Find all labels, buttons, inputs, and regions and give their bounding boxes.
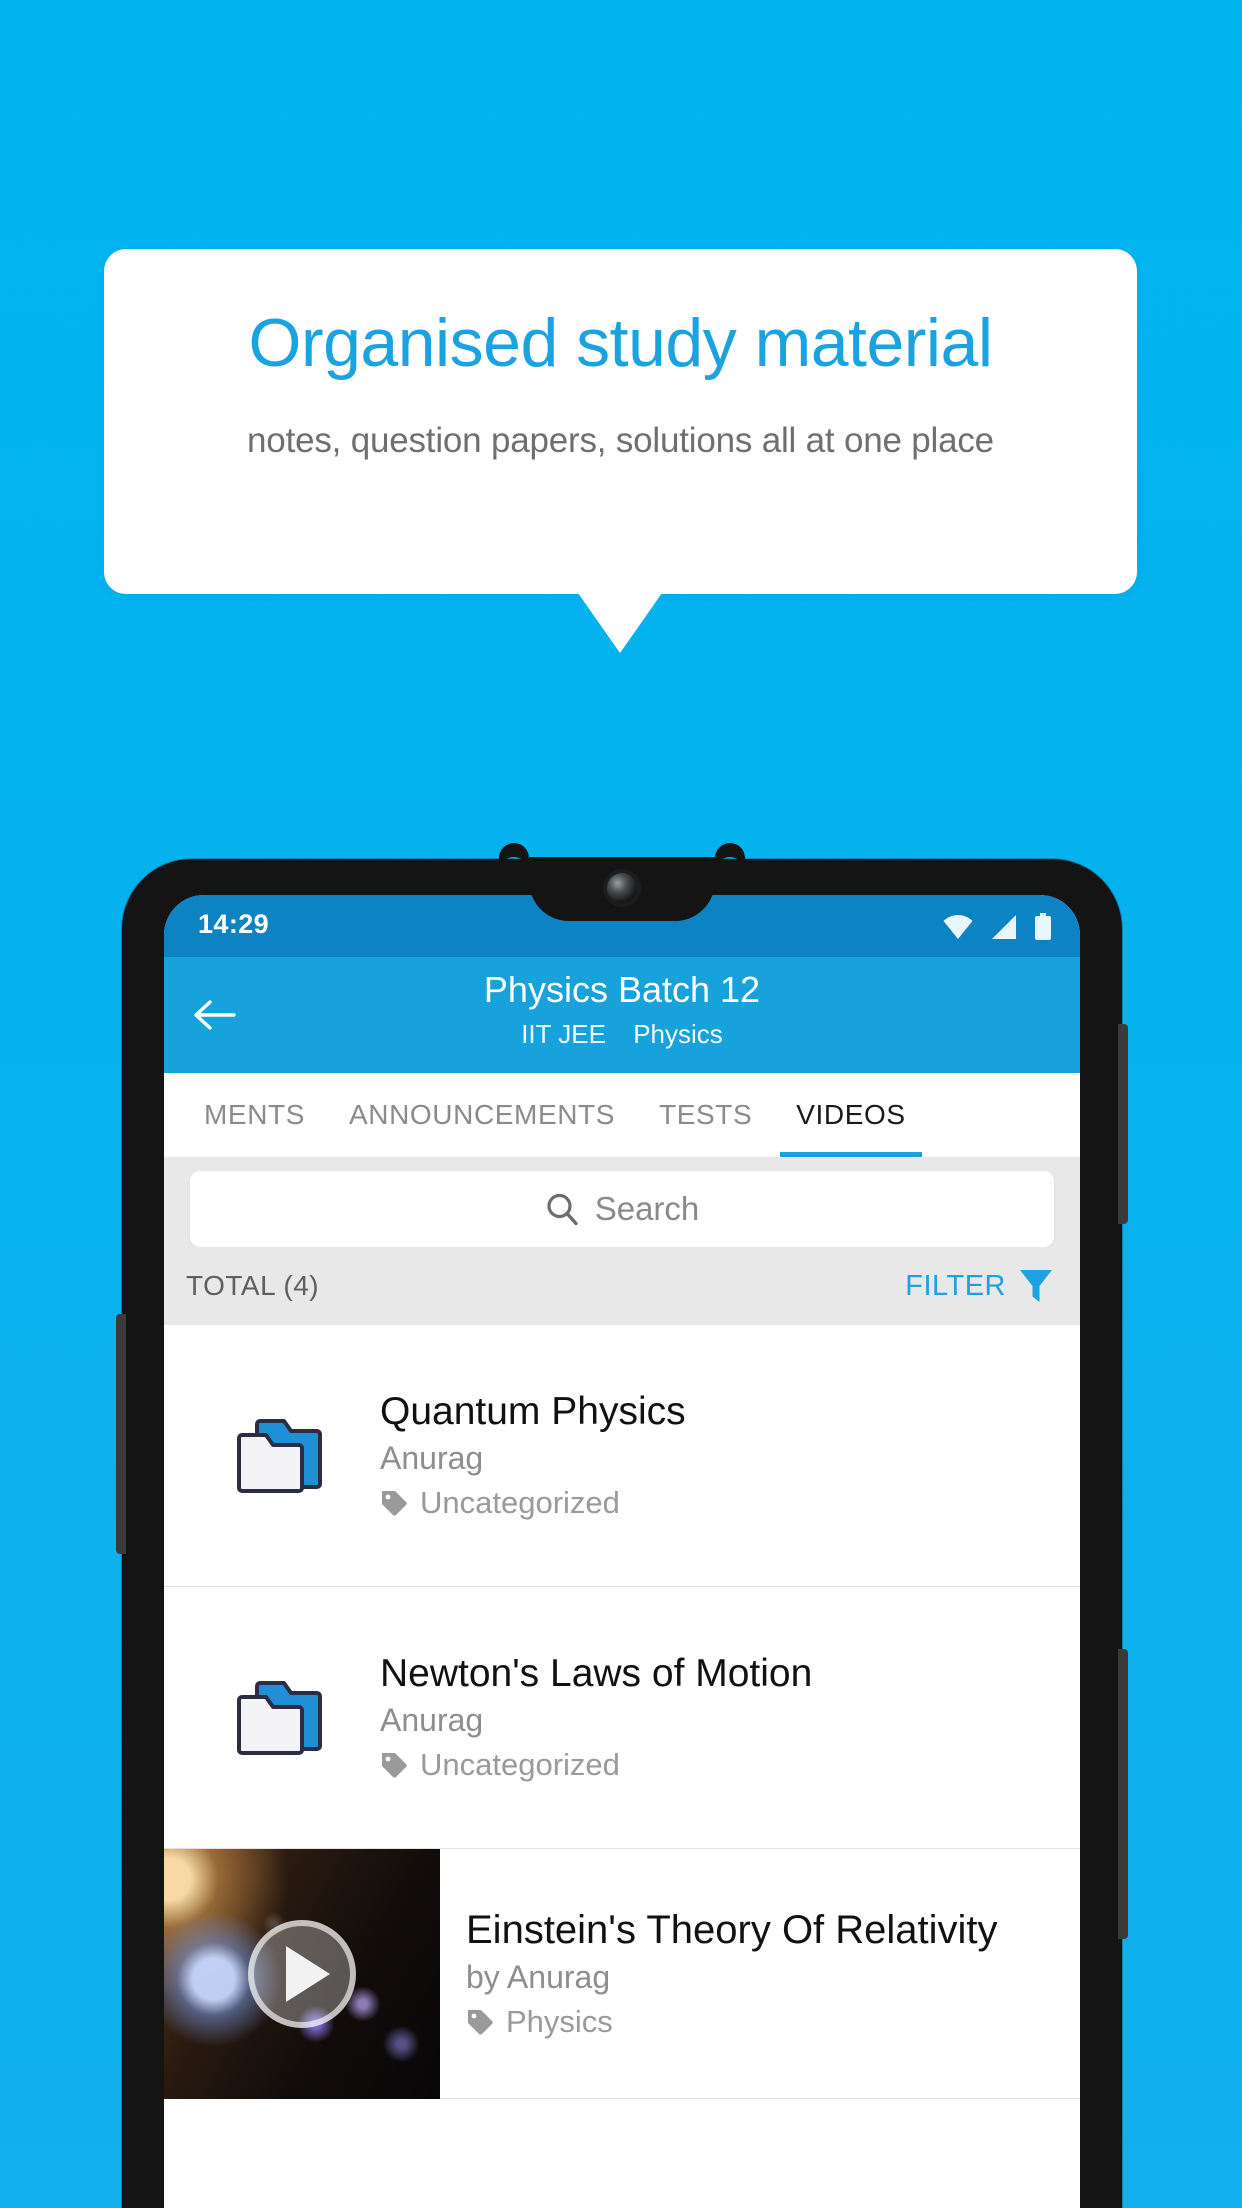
list-item-text: Quantum Physics Anurag Uncategorized [380,1390,1080,1521]
status-bar-clock: 14:29 [198,909,270,939]
list-item-text: Newton's Laws of Motion Anurag Uncategor… [380,1652,1080,1783]
list-item-text: Einstein's Theory Of Relativity by Anura… [440,1908,1080,2040]
tag-label: Uncategorized [420,1485,620,1520]
tab-announcements[interactable]: ANNOUNCEMENTS [327,1073,637,1157]
list-item[interactable]: Newton's Laws of Motion Anurag Uncategor… [164,1587,1080,1849]
list-item-author: Anurag [380,1702,484,1738]
search-area: Search [164,1157,1080,1247]
phone-left-side-button[interactable] [116,1314,126,1554]
phone-notch [529,857,715,921]
video-thumbnail[interactable] [164,1848,440,2099]
list-item-title: Newton's Laws of Motion [380,1652,813,1695]
folder-icon [180,1413,380,1499]
breadcrumb-subject: Physics [633,1019,723,1049]
tab-bar: MENTS ANNOUNCEMENTS TESTS VIDEOS [164,1073,1080,1157]
tab-label: VIDEOS [796,1099,906,1130]
signal-icon [992,915,1016,939]
list-item-title: Einstein's Theory Of Relativity [466,1907,998,1952]
promo-title: Organised study material [248,305,993,381]
tag-label: Uncategorized [420,1747,620,1782]
tab-label: TESTS [659,1099,753,1130]
search-placeholder: Search [594,1190,700,1227]
tag-icon [382,1753,407,1778]
search-input[interactable]: Search [190,1171,1054,1247]
content-list: Quantum Physics Anurag Uncategorized New… [164,1325,1080,2099]
phone-device-frame: 14:29 Physics Batch 12 IIT JEE Physics M… [116,857,1128,2208]
breadcrumb-exam: IIT JEE [521,1019,606,1049]
tag-label: Physics [506,2003,613,2039]
folder-icon [180,1675,380,1761]
tab-tests[interactable]: TESTS [637,1073,774,1157]
battery-icon [1035,913,1051,940]
promo-subtitle: notes, question papers, solutions all at… [247,421,994,460]
list-item-author: Anurag [380,1440,484,1476]
tab-videos[interactable]: VIDEOS [774,1073,927,1157]
list-item-title: Quantum Physics [380,1390,686,1433]
list-toolbar: TOTAL (4) FILTER [164,1247,1080,1325]
list-item-tag: Uncategorized [380,1747,1060,1783]
page-title: Physics Batch 12 [483,969,761,1010]
status-bar-icons [942,913,1052,941]
total-count-label: TOTAL (4) [186,1270,320,1301]
tab-label: MENTS [204,1099,305,1130]
app-bar: Physics Batch 12 IIT JEE Physics [164,957,1080,1073]
filter-button[interactable]: FILTER [905,1267,1054,1305]
list-item[interactable]: Einstein's Theory Of Relativity by Anura… [164,1848,1080,2099]
breadcrumb: IIT JEE Physics [164,1019,1080,1050]
front-camera-icon [607,873,637,903]
tab-label: ANNOUNCEMENTS [349,1099,616,1130]
play-triangle [286,1945,330,2002]
phone-power-button[interactable] [1118,1649,1128,1939]
promo-card: Organised study material notes, question… [104,249,1137,594]
list-item[interactable]: Quantum Physics Anurag Uncategorized [164,1325,1080,1587]
phone-volume-button[interactable] [1118,1024,1128,1224]
filter-label: FILTER [905,1269,1006,1302]
phone-screen: 14:29 Physics Batch 12 IIT JEE Physics M… [164,895,1080,2208]
list-item-author: by Anurag [466,1958,611,1995]
promo-bubble-tail [578,593,662,653]
wifi-icon [943,915,973,939]
tag-icon [468,2009,493,2035]
play-icon[interactable] [248,1919,356,2028]
list-item-tag: Physics [466,2004,1060,2040]
tag-icon [382,1491,407,1516]
list-item-tag: Uncategorized [380,1485,1060,1521]
search-icon [547,1193,578,1226]
filter-funnel-icon [1020,1270,1052,1302]
tab-assignments[interactable]: MENTS [182,1073,327,1157]
